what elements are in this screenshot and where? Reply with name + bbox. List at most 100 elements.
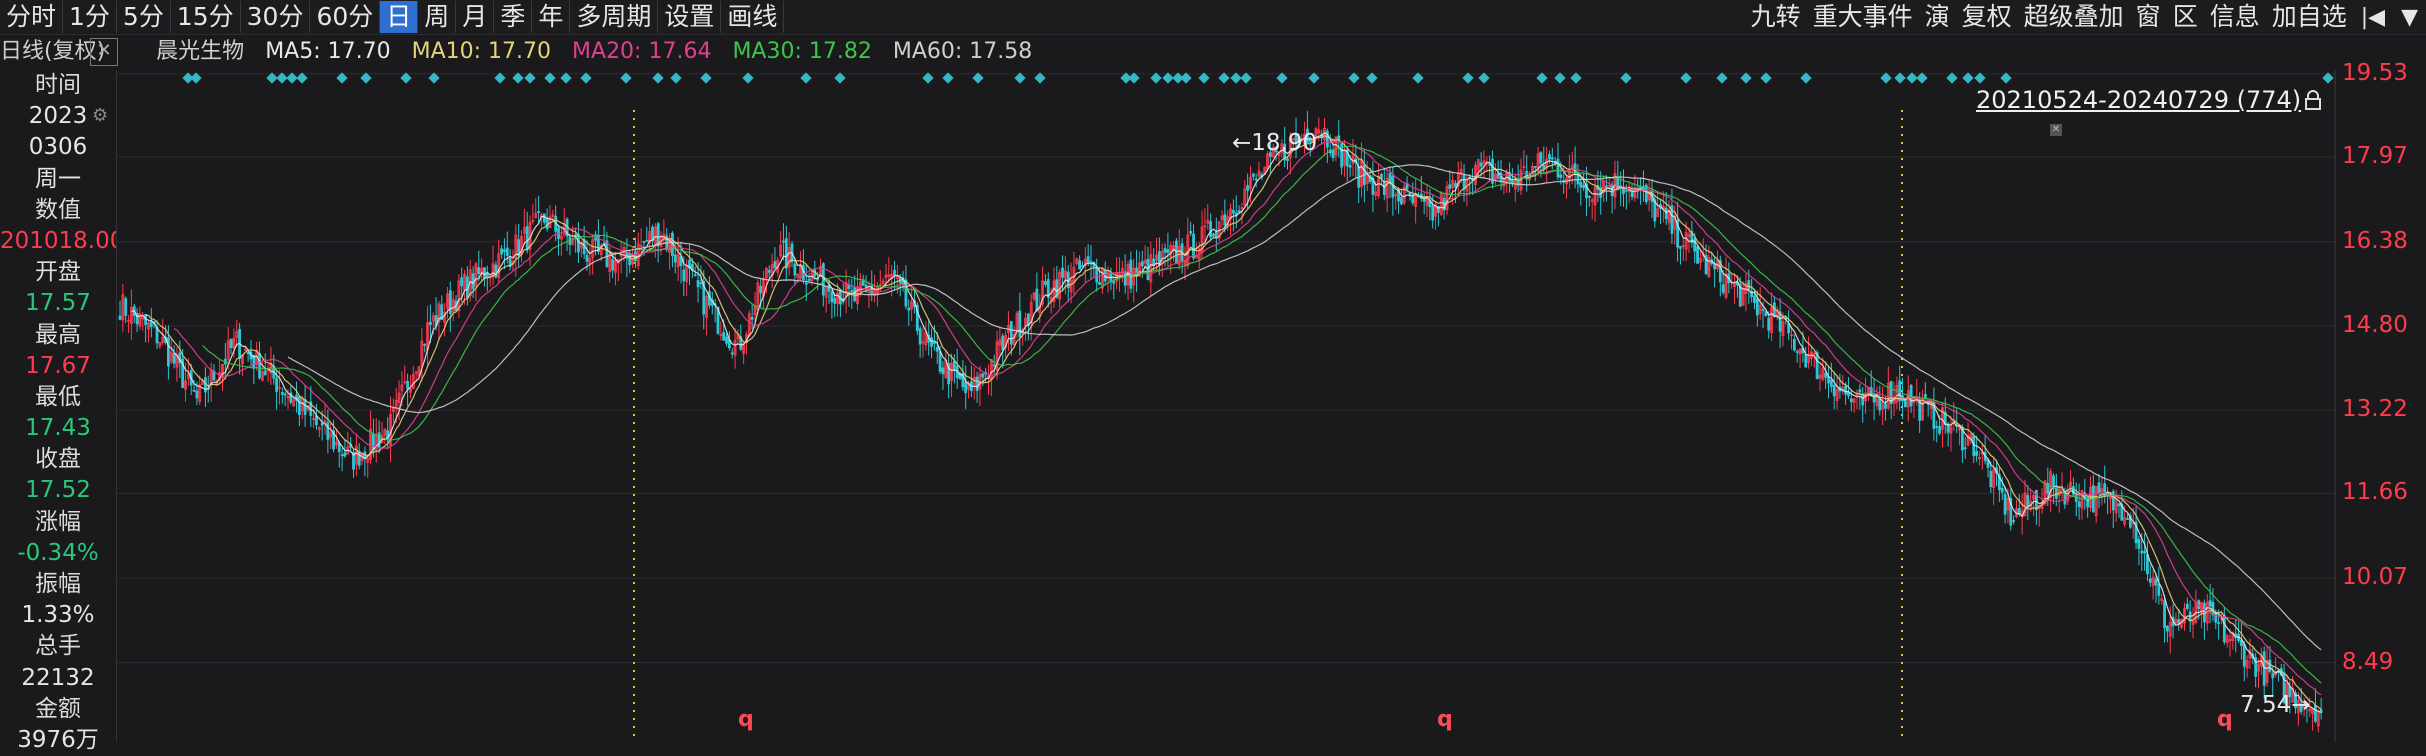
candle-body xyxy=(1189,230,1193,234)
toolbar-button-1[interactable]: 重大事件 xyxy=(1807,1,1919,33)
candle-body xyxy=(1098,282,1101,285)
info-value: 1.33% xyxy=(21,602,95,629)
candle-body xyxy=(1251,173,1255,177)
candle-body xyxy=(1630,190,1634,198)
candle-body xyxy=(1454,182,1457,188)
candle-body xyxy=(315,415,318,426)
kline-chart[interactable] xyxy=(116,70,2336,742)
candle-body xyxy=(759,285,763,294)
toolbar-button-2[interactable]: 演 xyxy=(1919,1,1956,33)
tab-period-4[interactable]: 30分 xyxy=(241,1,311,33)
candle-body xyxy=(1918,400,1922,421)
toolbar-button-3[interactable]: 复权 xyxy=(1956,1,2018,33)
toolbar-button-4[interactable]: 超级叠加 xyxy=(2018,1,2130,33)
candle-body xyxy=(2143,551,2147,554)
tab-period-6[interactable]: 日 xyxy=(380,1,419,33)
candle-body xyxy=(1579,181,1583,188)
candle-body xyxy=(326,422,330,440)
candle-body xyxy=(2268,659,2272,672)
ma20-line xyxy=(173,140,2322,696)
close-info-icon[interactable]: ✕ xyxy=(90,38,118,66)
candle-body xyxy=(1804,354,1808,368)
candle-body xyxy=(1792,339,1796,351)
gear-icon[interactable]: ⚙ xyxy=(92,106,112,126)
candle-body xyxy=(1829,379,1833,388)
toolbar-button-8[interactable]: 加自选 xyxy=(2266,1,2353,33)
candle-body xyxy=(964,381,968,394)
info-value: 3976万 xyxy=(17,726,99,753)
prev-chart-icon[interactable]: |◀ xyxy=(2353,5,2393,30)
candle-body xyxy=(1938,426,1941,434)
candle-body xyxy=(611,259,615,271)
toolbar-button-0[interactable]: 九转 xyxy=(1745,1,1807,33)
info-label: 时间 xyxy=(35,72,81,98)
candle-body xyxy=(2154,578,2158,586)
candle-body xyxy=(2052,475,2055,486)
high-value: 18.90 xyxy=(1251,130,1318,156)
marker-close-icon[interactable]: ✕ xyxy=(2050,124,2062,136)
price-tick-label: 14.80 xyxy=(2342,312,2408,338)
candle-body xyxy=(2314,705,2317,722)
tab-period-8[interactable]: 月 xyxy=(456,1,495,33)
tab-period-0[interactable]: 分时 xyxy=(0,1,64,33)
tab-period-12[interactable]: 设置 xyxy=(658,1,722,33)
candle-body xyxy=(320,422,324,426)
price-tick-label: 8.49 xyxy=(2342,648,2394,675)
q-marker[interactable]: q xyxy=(1437,707,1453,732)
tab-period-9[interactable]: 季 xyxy=(494,1,533,33)
tab-period-10[interactable]: 年 xyxy=(532,1,571,33)
q-marker[interactable]: q xyxy=(2217,707,2233,732)
info-label: 振幅 xyxy=(35,571,81,597)
candle-body xyxy=(1212,233,1215,237)
candle-body xyxy=(428,321,432,326)
tab-period-5[interactable]: 60分 xyxy=(310,1,381,33)
lock-icon[interactable] xyxy=(2304,90,2322,110)
candle-body xyxy=(525,226,529,251)
candle-body xyxy=(2222,615,2226,643)
candle-body xyxy=(1140,261,1144,267)
candle-body xyxy=(343,452,347,457)
ma-bar: 日线(复权) 晨光生物 MA5: 17.70 MA10: 17.70 MA20:… xyxy=(0,36,1180,68)
tab-period-3[interactable]: 15分 xyxy=(171,1,241,33)
candle-body xyxy=(118,315,122,320)
toolbar-button-5[interactable]: 窗 xyxy=(2130,1,2167,33)
candle-body xyxy=(1827,376,1830,384)
tab-period-2[interactable]: 5分 xyxy=(117,1,171,33)
candle-body xyxy=(2271,672,2275,679)
candle-body xyxy=(1753,295,1756,303)
info-value: 0306 xyxy=(28,134,88,161)
q-marker[interactable]: q xyxy=(738,707,754,732)
candle-body xyxy=(2077,501,2081,507)
tab-period-1[interactable]: 1分 xyxy=(63,1,117,33)
tab-period-7[interactable]: 周 xyxy=(418,1,457,33)
candle-body xyxy=(2148,578,2152,583)
candle-body xyxy=(1231,209,1235,214)
candle-body xyxy=(1192,233,1195,259)
toolbar-button-6[interactable]: 区 xyxy=(2167,1,2204,33)
candle-body xyxy=(1693,238,1697,252)
candle-body xyxy=(893,269,896,276)
ma30-label: MA30: 17.82 xyxy=(732,39,872,64)
candle-body xyxy=(722,331,726,341)
info-panel: 时间 2023 0306 周一 数值 201018.00 开盘 17.57 最高 17.67 最低 1… xyxy=(0,70,117,753)
candle-body xyxy=(1679,245,1682,249)
candle-body xyxy=(1009,321,1013,345)
candle-body xyxy=(1237,210,1241,213)
toolbar-right: 九转 重大事件演复权 超级叠加窗区信息 加自选 |◀ ▼ xyxy=(1745,0,2426,34)
info-value: 17.57 xyxy=(25,290,91,317)
tab-period-13[interactable]: 画线 xyxy=(721,1,785,33)
candle-body xyxy=(1795,351,1799,353)
info-value: -0.34% xyxy=(17,539,99,566)
range-label[interactable]: 20210524-20240729 (774) xyxy=(1976,86,2301,114)
candle-body xyxy=(2117,503,2121,507)
stock-name: 晨光生物 xyxy=(156,39,245,64)
candle-body xyxy=(1479,162,1483,167)
toolbar-button-7[interactable]: 信息 xyxy=(2204,1,2266,33)
candle-body xyxy=(1044,281,1047,285)
candle-body xyxy=(1713,263,1717,270)
tab-period-11[interactable]: 多周期 xyxy=(570,1,659,33)
dropdown-icon[interactable]: ▼ xyxy=(2393,5,2426,30)
price-tick-label: 10.07 xyxy=(2342,564,2408,591)
candle-body xyxy=(2097,482,2101,494)
candle-body xyxy=(975,376,979,392)
